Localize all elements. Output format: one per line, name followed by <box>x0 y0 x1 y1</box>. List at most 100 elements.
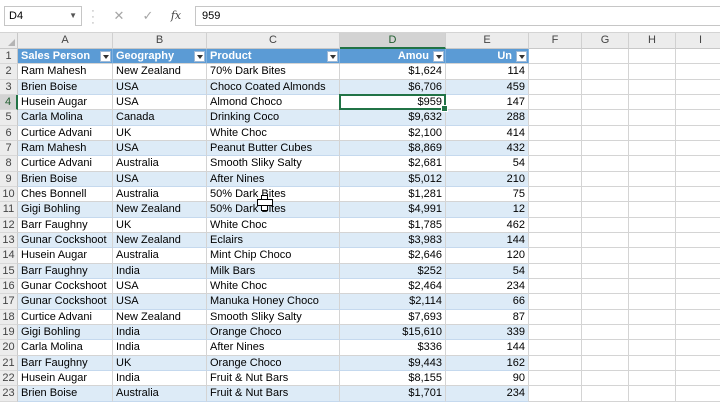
cell-e14[interactable]: 120 <box>446 248 529 264</box>
cell-g14[interactable] <box>582 248 629 264</box>
enter-icon[interactable]: ✓ <box>137 7 159 25</box>
row-header-11[interactable]: 11 <box>0 202 18 218</box>
cell-d23[interactable]: $1,701 <box>340 386 446 402</box>
cell-d1[interactable]: Amou <box>340 49 446 65</box>
cell-h18[interactable] <box>629 309 676 325</box>
cell-a19[interactable]: Gigi Bohling <box>18 324 113 341</box>
column-header-f[interactable]: F <box>529 33 582 49</box>
cell-a21[interactable]: Barr Faughny <box>18 355 113 371</box>
cell-h9[interactable] <box>629 171 676 187</box>
cell-i17[interactable] <box>676 294 720 310</box>
cell-c10[interactable]: 50% Dark Bites <box>207 186 340 203</box>
cell-c4[interactable]: Almond Choco <box>207 94 340 111</box>
cell-a1[interactable]: Sales Person <box>18 49 113 65</box>
cell-i8[interactable] <box>676 156 720 172</box>
cell-f21[interactable] <box>529 355 582 371</box>
cell-e20[interactable]: 144 <box>446 340 529 356</box>
cell-a12[interactable]: Barr Faughny <box>18 217 113 233</box>
cell-i16[interactable] <box>676 279 720 295</box>
cell-h22[interactable] <box>629 370 676 387</box>
cell-i22[interactable] <box>676 371 720 387</box>
cell-d13[interactable]: $3,983 <box>340 232 446 249</box>
cell-c5[interactable]: Drinking Coco <box>207 110 340 126</box>
formula-input[interactable]: 959 <box>195 6 720 26</box>
name-box[interactable]: D4 ▼ <box>4 6 82 26</box>
cell-d4[interactable]: $959 <box>340 94 446 111</box>
cell-c15[interactable]: Milk Bars <box>207 263 340 279</box>
cell-e16[interactable]: 234 <box>446 278 529 295</box>
cell-g19[interactable] <box>582 324 629 341</box>
cell-c16[interactable]: White Choc <box>207 278 340 295</box>
cell-i15[interactable] <box>676 264 720 279</box>
cell-h15[interactable] <box>629 263 676 279</box>
row-header-3[interactable]: 3 <box>0 79 18 95</box>
cell-h23[interactable] <box>629 386 676 402</box>
cell-d10[interactable]: $1,281 <box>340 186 446 203</box>
cell-d17[interactable]: $2,114 <box>340 294 446 310</box>
cell-b9[interactable]: USA <box>113 171 207 187</box>
cell-g21[interactable] <box>582 355 629 371</box>
cell-d8[interactable]: $2,681 <box>340 156 446 172</box>
cell-d14[interactable]: $2,646 <box>340 248 446 264</box>
cell-g8[interactable] <box>582 156 629 172</box>
cell-a2[interactable]: Ram Mahesh <box>18 64 113 80</box>
row-header-9[interactable]: 9 <box>0 171 18 187</box>
cell-f23[interactable] <box>529 386 582 402</box>
chevron-down-icon[interactable]: ▼ <box>69 7 77 25</box>
cell-e6[interactable]: 414 <box>446 125 529 141</box>
cell-c2[interactable]: 70% Dark Bites <box>207 64 340 80</box>
cell-e8[interactable]: 54 <box>446 156 529 172</box>
row-header-14[interactable]: 14 <box>0 248 18 264</box>
cell-c14[interactable]: Mint Chip Choco <box>207 248 340 264</box>
cell-e19[interactable]: 339 <box>446 324 529 341</box>
row-header-23[interactable]: 23 <box>0 386 18 402</box>
cell-c23[interactable]: Fruit & Nut Bars <box>207 386 340 402</box>
cell-g17[interactable] <box>582 294 629 310</box>
cell-g15[interactable] <box>582 263 629 279</box>
cell-f3[interactable] <box>529 79 582 95</box>
cell-f11[interactable] <box>529 202 582 218</box>
cell-e17[interactable]: 66 <box>446 294 529 310</box>
cell-b7[interactable]: USA <box>113 140 207 157</box>
cell-c9[interactable]: After Nines <box>207 171 340 187</box>
cell-a16[interactable]: Gunar Cockshoot <box>18 278 113 295</box>
cell-i23[interactable] <box>676 386 720 402</box>
column-header-b[interactable]: B <box>113 33 207 49</box>
cell-c1[interactable]: Product <box>207 49 340 65</box>
cell-g23[interactable] <box>582 386 629 402</box>
cell-b23[interactable]: Australia <box>113 386 207 402</box>
cell-g11[interactable] <box>582 202 629 218</box>
row-header-22[interactable]: 22 <box>0 370 18 387</box>
cell-b18[interactable]: New Zealand <box>113 309 207 325</box>
cell-a17[interactable]: Gunar Cockshoot <box>18 294 113 310</box>
filter-dropdown-icon[interactable] <box>327 51 338 62</box>
cell-a18[interactable]: Curtice Advani <box>18 309 113 325</box>
cell-d16[interactable]: $2,464 <box>340 278 446 295</box>
cell-b12[interactable]: UK <box>113 217 207 233</box>
cell-i18[interactable] <box>676 310 720 325</box>
row-header-2[interactable]: 2 <box>0 64 18 80</box>
cell-c21[interactable]: Orange Choco <box>207 355 340 371</box>
cell-i20[interactable] <box>676 340 720 356</box>
cell-c18[interactable]: Smooth Sliky Salty <box>207 309 340 325</box>
cell-c7[interactable]: Peanut Butter Cubes <box>207 140 340 157</box>
cell-g12[interactable] <box>582 217 629 233</box>
cell-g1[interactable] <box>582 49 629 65</box>
cell-c11[interactable]: 50% Dark Bites <box>207 202 340 218</box>
cell-b13[interactable]: New Zealand <box>113 232 207 249</box>
cell-b1[interactable]: Geography <box>113 49 207 65</box>
cell-c13[interactable]: Eclairs <box>207 232 340 249</box>
row-header-5[interactable]: 5 <box>0 110 18 126</box>
row-header-21[interactable]: 21 <box>0 355 18 371</box>
cell-i6[interactable] <box>676 126 720 141</box>
cell-b3[interactable]: USA <box>113 79 207 95</box>
cell-e22[interactable]: 90 <box>446 370 529 387</box>
cell-h13[interactable] <box>629 232 676 249</box>
column-header-c[interactable]: C <box>207 33 340 49</box>
row-header-19[interactable]: 19 <box>0 324 18 341</box>
cell-b11[interactable]: New Zealand <box>113 202 207 218</box>
cell-c20[interactable]: After Nines <box>207 340 340 356</box>
cell-a4[interactable]: Husein Augar <box>18 94 113 111</box>
cell-e1[interactable]: Un <box>446 49 529 65</box>
cell-f6[interactable] <box>529 125 582 141</box>
